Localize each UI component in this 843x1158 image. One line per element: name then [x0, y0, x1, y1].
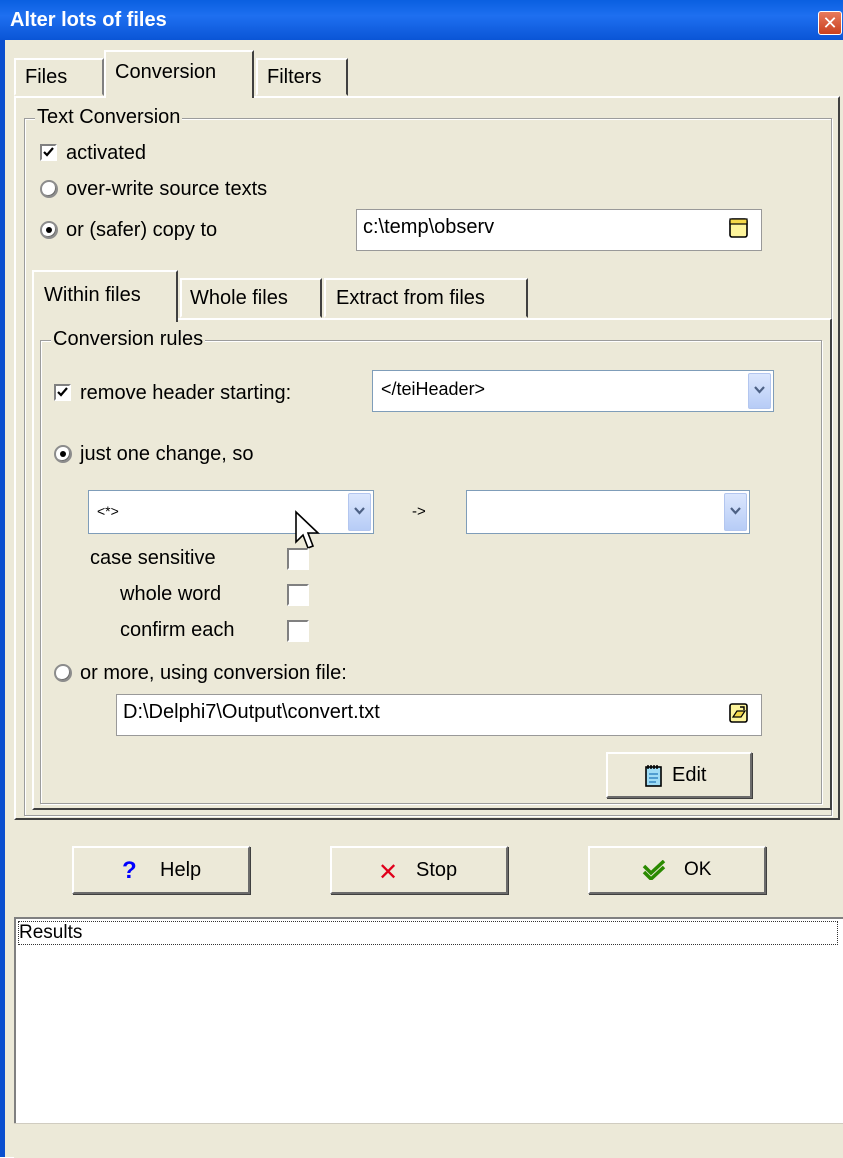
check-icon [43, 147, 54, 157]
tab-whole-files-label: Whole files [190, 287, 288, 309]
copy-path-value: c:\temp\observ [363, 216, 495, 238]
tab-files[interactable]: Files [14, 58, 104, 96]
ok-button[interactable]: OK [588, 846, 766, 894]
window-border [0, 40, 5, 1157]
confirm-each-label: confirm each [120, 619, 235, 641]
ok-check-icon [642, 860, 666, 880]
copy-to-label: or (safer) copy to [66, 219, 218, 241]
more-conversion-label: or more, using conversion file: [80, 662, 347, 684]
to-pattern-combo[interactable] [466, 490, 750, 534]
copy-to-radio[interactable] [40, 221, 58, 239]
tab-filters[interactable]: Filters [256, 58, 348, 96]
tab-within-files-label: Within files [44, 284, 141, 306]
tab-files-label: Files [25, 66, 68, 88]
conversion-file-field[interactable]: D:\Delphi7\Output\convert.txt [116, 694, 762, 736]
tab-conversion[interactable]: Conversion [104, 50, 254, 98]
from-pattern-value: <*> [97, 503, 119, 519]
results-item: Results [18, 921, 838, 945]
tab-conversion-label: Conversion [115, 61, 217, 83]
notepad-icon [645, 765, 662, 787]
window-title: Alter lots of files [10, 9, 167, 31]
confirm-each-checkbox[interactable] [287, 620, 309, 642]
check-icon [57, 387, 68, 397]
results-list[interactable]: Results [14, 917, 843, 1123]
stop-button[interactable]: ✕ Stop [330, 846, 508, 894]
conversion-rules-legend: Conversion rules [51, 328, 206, 350]
case-sensitive-label: case sensitive [90, 547, 216, 569]
remove-header-label: remove header starting: [80, 382, 292, 404]
activated-label: activated [66, 142, 147, 164]
activated-checkbox[interactable] [40, 144, 57, 161]
status-bar [14, 1123, 843, 1158]
edit-button[interactable]: Edit [606, 752, 752, 798]
chevron-down-icon[interactable] [748, 373, 771, 409]
case-sensitive-checkbox[interactable] [287, 548, 309, 570]
tab-extract-label: Extract from files [336, 287, 485, 309]
chevron-down-icon[interactable] [724, 493, 747, 531]
title-bar: Alter lots of files ✕ [0, 0, 843, 40]
tab-extract-from-files[interactable]: Extract from files [324, 278, 528, 318]
dialog-window: Alter lots of files ✕ Files Conversion F… [0, 0, 843, 1158]
whole-word-checkbox[interactable] [287, 584, 309, 606]
help-button[interactable]: ? Help [72, 846, 250, 894]
whole-word-label: whole word [120, 583, 222, 605]
stop-icon: ✕ [378, 859, 399, 886]
from-pattern-combo[interactable]: <*> [88, 490, 374, 534]
edit-button-label: Edit [672, 764, 707, 786]
remove-header-combo[interactable]: </teiHeader> [372, 370, 774, 412]
arrow-text: -> [412, 503, 426, 520]
one-change-radio[interactable] [54, 445, 72, 463]
tab-filters-label: Filters [267, 66, 322, 88]
overwrite-label: over-write source texts [66, 178, 268, 200]
stop-button-label: Stop [416, 859, 458, 881]
close-icon: ✕ [822, 13, 838, 33]
remove-header-checkbox[interactable] [54, 384, 71, 401]
tab-whole-files[interactable]: Whole files [180, 278, 322, 318]
open-folder-icon[interactable] [728, 701, 750, 725]
remove-header-value: </teiHeader> [381, 379, 486, 399]
conversion-file-value: D:\Delphi7\Output\convert.txt [123, 701, 380, 723]
help-button-label: Help [160, 859, 202, 881]
chevron-down-icon[interactable] [348, 493, 371, 531]
ok-button-label: OK [684, 859, 712, 880]
folder-browse-icon[interactable] [728, 216, 750, 240]
one-change-label: just one change, so [80, 443, 254, 465]
more-conversion-radio[interactable] [54, 664, 72, 682]
copy-path-field[interactable]: c:\temp\observ [356, 209, 762, 251]
overwrite-radio[interactable] [40, 180, 58, 198]
close-button[interactable]: ✕ [818, 11, 842, 35]
tab-within-files[interactable]: Within files [32, 270, 178, 322]
text-conversion-legend: Text Conversion [35, 106, 183, 128]
help-icon: ? [122, 857, 137, 884]
